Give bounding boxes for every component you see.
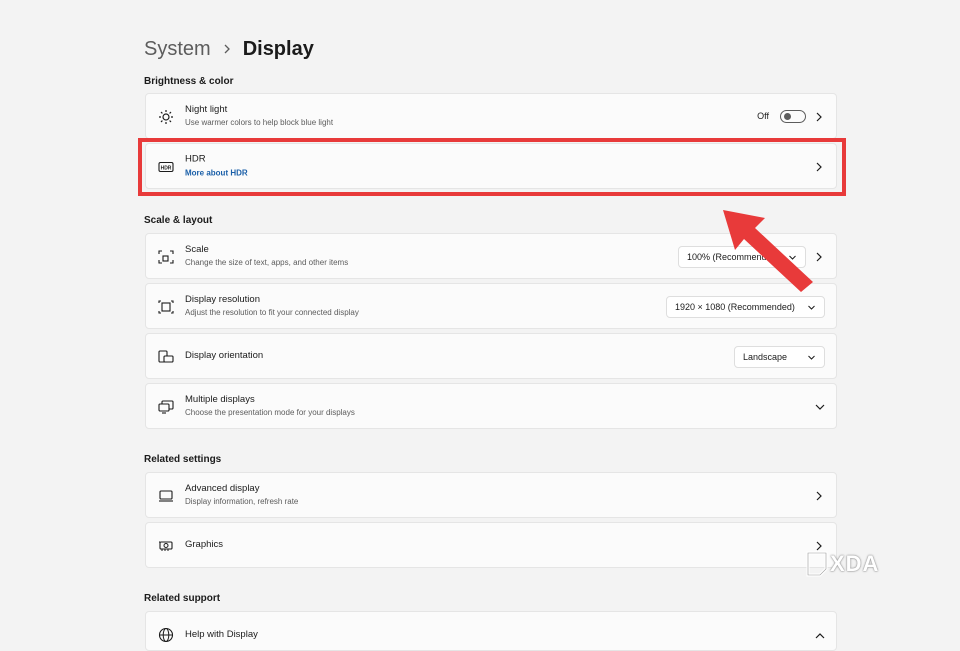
svg-text:HDR: HDR	[161, 165, 172, 171]
night-light-toggle[interactable]	[780, 110, 806, 123]
scale-title: Scale	[185, 244, 209, 255]
advanced-display-desc: Display information, refresh rate	[185, 497, 299, 506]
globe-icon	[158, 627, 174, 643]
chevron-right-icon	[223, 41, 231, 57]
hdr-link[interactable]: More about HDR	[185, 168, 248, 179]
night-light-title: Night light	[185, 104, 228, 115]
advanced-display-title: Advanced display	[185, 483, 260, 494]
section-header-related-support: Related support	[144, 593, 221, 604]
multiple-displays-icon	[158, 399, 174, 415]
scale-dropdown[interactable]: 100% (Recommended)	[678, 246, 806, 268]
graphics-card[interactable]: Graphics	[145, 522, 837, 568]
xda-watermark: XDA	[806, 549, 879, 579]
chevron-down-icon	[807, 353, 816, 362]
night-light-desc: Use warmer colors to help block blue lig…	[185, 118, 334, 127]
chevron-right-icon[interactable]	[814, 251, 824, 263]
display-resolution-card[interactable]: Display resolution Adjust the resolution…	[145, 283, 837, 329]
chevron-down-icon	[788, 253, 797, 262]
multiple-displays-card[interactable]: Multiple displays Choose the presentatio…	[145, 383, 837, 429]
scale-icon	[158, 249, 174, 265]
orientation-dropdown[interactable]: Landscape	[734, 346, 825, 368]
scale-dropdown-value: 100% (Recommended)	[687, 252, 780, 262]
chevron-right-icon[interactable]	[814, 490, 824, 502]
hdr-card[interactable]: HDR HDR More about HDR	[145, 143, 837, 189]
orientation-dropdown-value: Landscape	[743, 352, 788, 362]
page-title: Display	[242, 37, 314, 60]
help-with-display-title: Help with Display	[185, 629, 258, 640]
graphics-title: Graphics	[185, 539, 224, 550]
advanced-display-card[interactable]: Advanced display Display information, re…	[145, 472, 837, 518]
multiple-displays-title: Multiple displays	[185, 394, 255, 405]
section-header-brightness: Brightness & color	[144, 76, 234, 87]
resolution-title: Display resolution	[185, 294, 260, 305]
resolution-dropdown[interactable]: 1920 × 1080 (Recommended)	[666, 296, 825, 318]
resolution-dropdown-value: 1920 × 1080 (Recommended)	[675, 302, 795, 312]
orientation-title: Display orientation	[185, 350, 264, 361]
resolution-icon	[158, 299, 174, 315]
monitor-icon	[158, 488, 174, 504]
breadcrumb: System Display	[144, 34, 314, 64]
orientation-icon	[158, 349, 174, 365]
sun-icon	[158, 109, 174, 125]
multiple-displays-desc: Choose the presentation mode for your di…	[185, 408, 355, 417]
chevron-right-icon[interactable]	[814, 111, 824, 123]
chevron-down-icon	[807, 303, 816, 312]
resolution-desc: Adjust the resolution to fit your connec…	[185, 308, 359, 317]
breadcrumb-parent[interactable]: System	[144, 38, 211, 61]
section-header-scale-layout: Scale & layout	[144, 215, 213, 226]
hdr-title: HDR	[185, 153, 206, 165]
xda-logo-icon	[806, 551, 828, 577]
scale-card[interactable]: Scale Change the size of text, apps, and…	[145, 233, 837, 279]
night-light-card[interactable]: Night light Use warmer colors to help bl…	[145, 93, 837, 139]
chevron-up-icon[interactable]	[814, 630, 826, 642]
scale-desc: Change the size of text, apps, and other…	[185, 258, 349, 267]
section-header-related-settings: Related settings	[144, 454, 222, 465]
display-orientation-card[interactable]: Display orientation Landscape	[145, 333, 837, 379]
graphics-card-icon	[158, 538, 174, 554]
night-light-state: Off	[757, 111, 769, 121]
hdr-icon: HDR	[158, 159, 174, 175]
chevron-right-icon[interactable]	[814, 161, 824, 173]
chevron-down-icon[interactable]	[814, 401, 826, 413]
xda-watermark-text: XDA	[830, 551, 880, 576]
help-with-display-card[interactable]: Help with Display	[145, 611, 837, 651]
